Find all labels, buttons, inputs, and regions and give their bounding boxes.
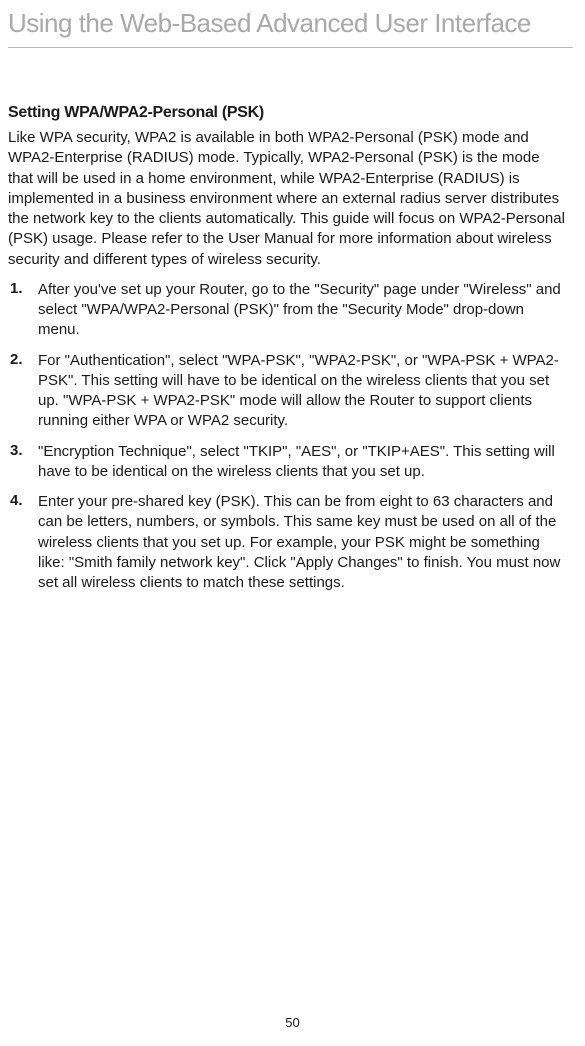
intro-paragraph: Like WPA security, WPA2 is available in …: [8, 128, 567, 270]
page-header: Using the Web-Based Advanced User Interf…: [8, 0, 573, 48]
step-number: 4.: [8, 492, 38, 593]
steps-list: 1. After you've set up your Router, go t…: [8, 280, 567, 594]
step-text: "Encryption Technique", select "TKIP", "…: [38, 442, 567, 483]
step-text: Enter your pre-shared key (PSK). This ca…: [38, 492, 567, 593]
list-item: 1. After you've set up your Router, go t…: [8, 280, 567, 341]
list-item: 3. "Encryption Technique", select "TKIP"…: [8, 442, 567, 483]
page-number: 50: [0, 1015, 585, 1030]
section-heading: Setting WPA/WPA2-Personal (PSK): [8, 104, 567, 122]
list-item: 4. Enter your pre-shared key (PSK). This…: [8, 492, 567, 593]
list-item: 2. For "Authentication", select "WPA-PSK…: [8, 351, 567, 432]
step-text: After you've set up your Router, go to t…: [38, 280, 567, 341]
step-number: 1.: [8, 280, 38, 341]
step-number: 3.: [8, 442, 38, 483]
step-text: For "Authentication", select "WPA-PSK", …: [38, 351, 567, 432]
page-content: Setting WPA/WPA2-Personal (PSK) Like WPA…: [0, 48, 585, 593]
step-number: 2.: [8, 351, 38, 432]
